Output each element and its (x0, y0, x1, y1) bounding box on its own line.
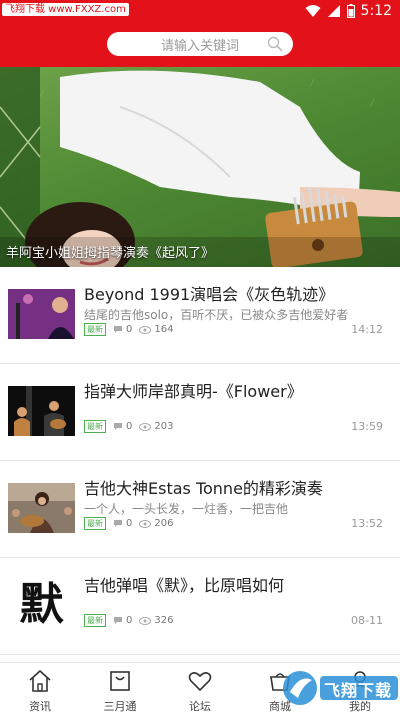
article-time: 13:59 (351, 420, 383, 433)
watermark-tag: 飞翔下载 www.FXXZ.com (2, 3, 129, 16)
view-icon (139, 519, 152, 528)
watermark-logo-text: 飞翔下载 (324, 681, 393, 700)
list-item[interactable]: 吉他大神Estas Tonne的精彩演奏 一个人，一头长发，一炷香，一把吉他 最… (0, 461, 400, 558)
tab-news[interactable]: 资讯 (0, 669, 80, 714)
list-item[interactable]: 默 吉他弹唱《默》，比原唱如何 最新 0 326 08-11 (0, 558, 400, 655)
article-title: 吉他弹唱《默》，比原唱如何 (84, 576, 285, 595)
view-count: 206 (154, 518, 174, 529)
calligraphy-thumb-text: 默 (19, 580, 64, 630)
home-icon (29, 669, 51, 692)
view-icon (139, 422, 152, 431)
search-icon[interactable] (267, 36, 283, 52)
comment-icon (114, 520, 122, 527)
list-item[interactable]: Beyond 1991演唱会《灰色轨迹》 结尾的吉他solo，百听不厌，已被众多… (0, 267, 400, 364)
comment-count: 0 (126, 421, 133, 432)
heart-icon (188, 672, 212, 692)
article-time: 13:52 (351, 517, 383, 530)
article-meta: 最新 0 206 (84, 517, 173, 530)
signal-icon (327, 5, 340, 17)
new-badge: 最新 (84, 420, 106, 433)
view-count: 164 (154, 324, 174, 335)
article-meta: 最新 0 203 (84, 420, 173, 433)
comment-icon (114, 326, 122, 333)
hero-banner[interactable]: 羊阿宝小姐姐拇指琴演奏《起风了》 (0, 67, 400, 267)
new-badge: 最新 (84, 323, 106, 336)
view-count: 203 (154, 421, 174, 432)
view-icon (139, 616, 152, 625)
tab-sanyuetong[interactable]: 三月通 (80, 669, 160, 714)
article-title: 指弹大师岸部真明-《Flower》 (84, 382, 303, 401)
comment-count: 0 (126, 615, 133, 626)
search-placeholder: 请输入关键词 (160, 38, 239, 54)
article-title: Beyond 1991演唱会《灰色轨迹》 (84, 285, 335, 304)
watermark-logo: 飞翔下载 (280, 664, 400, 712)
article-desc: 一个人，一头长发，一炷香，一把吉他 (84, 502, 289, 516)
article-desc: 结尾的吉他solo，百听不厌，已被众多吉他爱好者 (84, 308, 349, 322)
status-icons: 5:12 (305, 3, 392, 19)
comment-icon (114, 423, 122, 430)
article-meta: 最新 0 326 (84, 614, 173, 627)
new-badge: 最新 (84, 614, 106, 627)
comment-count: 0 (126, 324, 133, 335)
list-item[interactable]: 指弹大师岸部真明-《Flower》 最新 0 203 13:59 (0, 364, 400, 461)
article-thumbnail (8, 386, 75, 436)
banner-image (0, 67, 400, 267)
bag-icon (110, 671, 130, 691)
article-thumbnail (8, 289, 75, 339)
app-header: 请输入关键词 (0, 22, 400, 67)
article-list: Beyond 1991演唱会《灰色轨迹》 结尾的吉他solo，百听不厌，已被众多… (0, 267, 400, 655)
view-count: 326 (154, 615, 174, 626)
article-thumbnail: 默 (8, 580, 75, 630)
article-thumbnail (8, 483, 75, 533)
comment-count: 0 (126, 518, 133, 529)
article-title: 吉他大神Estas Tonne的精彩演奏 (84, 479, 323, 498)
search-bar[interactable]: 请输入关键词 (107, 32, 293, 56)
wifi-icon (305, 5, 321, 17)
tab-forum[interactable]: 论坛 (160, 669, 240, 714)
status-time: 5:12 (360, 3, 392, 19)
comment-icon (114, 617, 122, 624)
article-time: 14:12 (351, 323, 383, 336)
view-icon (139, 325, 152, 334)
battery-icon (346, 4, 355, 18)
article-meta: 最新 0 164 (84, 323, 173, 336)
banner-caption: 羊阿宝小姐姐拇指琴演奏《起风了》 (6, 246, 215, 261)
status-bar: 飞翔下载 www.FXXZ.com 5:12 (0, 0, 400, 22)
article-time: 08-11 (351, 614, 383, 627)
new-badge: 最新 (84, 517, 106, 530)
